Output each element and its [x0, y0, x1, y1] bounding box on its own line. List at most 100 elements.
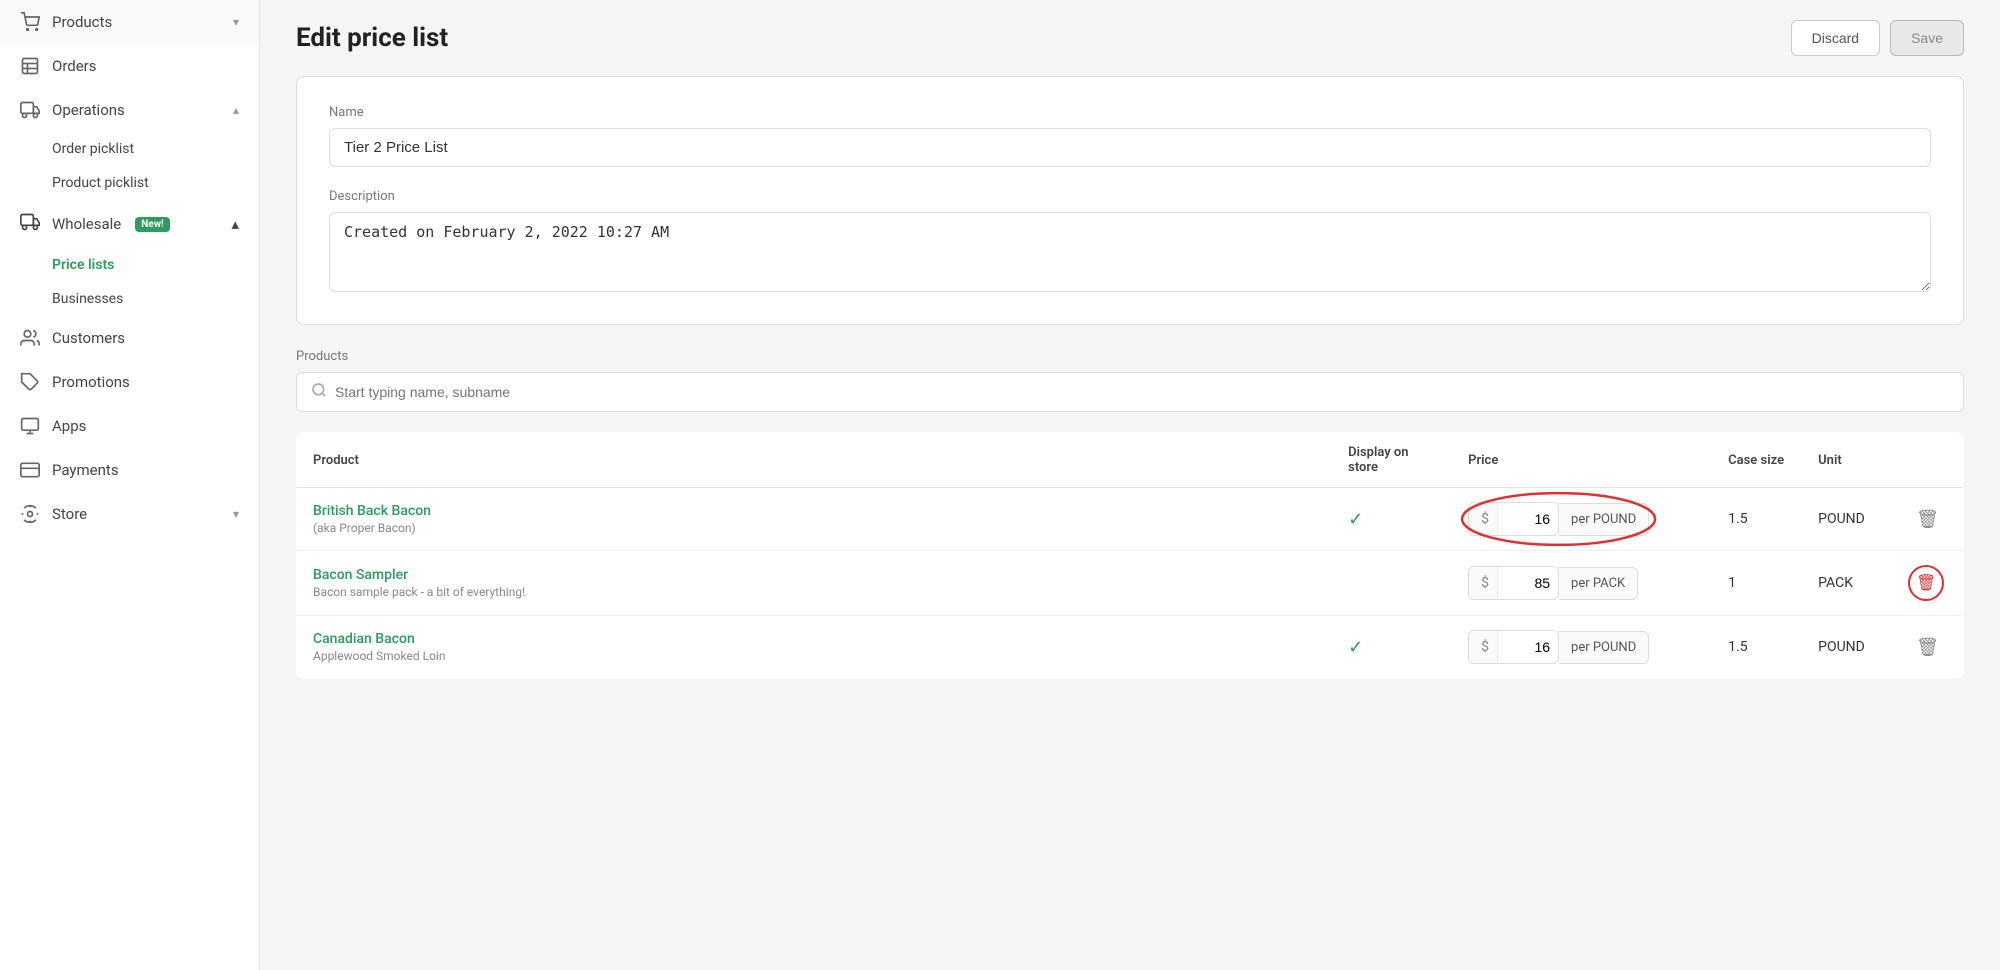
sidebar-item-promotions[interactable]: Promotions [0, 360, 259, 404]
name-input[interactable] [329, 128, 1931, 167]
col-product: Product [297, 433, 1333, 488]
sidebar-item-product-picklist[interactable]: Product picklist [52, 166, 259, 200]
sidebar-item-wholesale[interactable]: Wholesale New! ▴ [0, 200, 259, 248]
sidebar-item-price-lists[interactable]: Price lists [52, 248, 259, 282]
product-sub-british: (aka Proper Bacon) [313, 521, 1316, 535]
store-icon [20, 504, 40, 524]
unit-canadian: POUND [1802, 616, 1892, 679]
table-row: British Back Bacon (aka Proper Bacon) ✓ … [297, 488, 1964, 551]
products-section: Products Product Display on store Price … [296, 349, 1964, 679]
price-cell-british: $ per POUND [1468, 502, 1649, 536]
product-name-canadian[interactable]: Canadian Bacon [313, 631, 1316, 647]
price-cell-sampler: $ per PACK [1468, 566, 1638, 600]
product-search-wrap[interactable] [296, 372, 1964, 412]
case-size-british: 1.5 [1712, 488, 1802, 551]
col-price: Price [1452, 433, 1712, 488]
sidebar-item-promotions-label: Promotions [52, 373, 239, 391]
sidebar-item-orders-label: Orders [52, 57, 239, 75]
delete-canadian[interactable]: 🗑 [1908, 633, 1947, 662]
description-field-group: Description Created on February 2, 2022 … [329, 189, 1931, 296]
product-name-sampler[interactable]: Bacon Sampler [313, 567, 1316, 583]
product-table: Product Display on store Price Case size… [296, 432, 1964, 679]
search-input[interactable] [335, 384, 1949, 400]
sidebar-item-operations-label: Operations [52, 101, 221, 119]
price-lists-label: Price lists [52, 257, 114, 273]
save-button[interactable]: Save [1890, 20, 1964, 56]
sidebar-wholesale-sub: Price lists Businesses [0, 248, 259, 316]
display-empty-sampler [1332, 551, 1452, 616]
search-icon [311, 382, 327, 402]
wholesale-label: Wholesale [52, 215, 121, 233]
col-display: Display on store [1332, 433, 1452, 488]
sidebar-item-customers-label: Customers [52, 329, 239, 347]
promotions-icon [20, 372, 40, 392]
sidebar-item-apps[interactable]: Apps [0, 404, 259, 448]
top-bar: Edit price list Discard Save [260, 0, 2000, 76]
sidebar-item-order-picklist[interactable]: Order picklist [52, 132, 259, 166]
wholesale-icon [20, 212, 40, 236]
form-card: Name Description Created on February 2, … [296, 76, 1964, 325]
description-label: Description [329, 189, 1931, 204]
new-badge: New! [135, 217, 170, 232]
sidebar-item-products-label: Products [52, 13, 221, 31]
case-size-sampler: 1 [1712, 551, 1802, 616]
sidebar-item-customers[interactable]: Customers [0, 316, 259, 360]
main-content: Edit price list Discard Save Name Descri… [260, 0, 2000, 970]
sidebar-item-products[interactable]: Products ▾ [0, 0, 259, 44]
store-chevron-down: ▾ [233, 507, 239, 521]
col-casesize: Case size [1712, 433, 1802, 488]
display-check-canadian: ✓ [1348, 637, 1363, 658]
per-unit-british: per POUND [1559, 503, 1649, 536]
price-value-canadian[interactable] [1498, 631, 1558, 663]
sidebar-item-payments[interactable]: Payments [0, 448, 259, 492]
delete-british[interactable]: 🗑 [1908, 505, 1947, 534]
sidebar-item-operations[interactable]: Operations ▴ [0, 88, 259, 132]
product-sub-sampler: Bacon sample pack - a bit of everything! [313, 585, 1316, 599]
sidebar: Products ▾ Orders Operations ▴ Order pic… [0, 0, 260, 970]
price-input-sampler: $ [1468, 566, 1559, 600]
top-actions: Discard Save [1791, 20, 1964, 56]
product-sub-canadian: Applewood Smoked Loin [313, 649, 1316, 663]
chevron-down-icon: ▾ [233, 15, 239, 29]
customers-icon [20, 328, 40, 348]
businesses-label: Businesses [52, 291, 123, 307]
unit-sampler: PACK [1802, 551, 1892, 616]
chevron-up-icon: ▴ [233, 103, 239, 117]
wholesale-chevron-up: ▴ [231, 215, 239, 233]
price-value-sampler[interactable] [1498, 567, 1558, 599]
orders-icon [20, 56, 40, 76]
name-label: Name [329, 105, 1931, 120]
discard-button[interactable]: Discard [1791, 20, 1880, 56]
order-picklist-label: Order picklist [52, 141, 134, 157]
per-unit-sampler: per PACK [1559, 567, 1638, 600]
sidebar-sub-order-picklist: Order picklist Product picklist [0, 132, 259, 200]
cart-icon [20, 12, 40, 32]
price-input-british: $ [1468, 502, 1559, 536]
products-section-label: Products [296, 349, 1964, 364]
table-row: Canadian Bacon Applewood Smoked Loin ✓ $… [297, 616, 1964, 679]
display-check-british: ✓ [1348, 509, 1363, 530]
per-unit-canadian: per POUND [1559, 631, 1649, 664]
operations-icon [20, 100, 40, 120]
delete-sampler-circle[interactable]: 🗑 [1908, 565, 1944, 601]
product-picklist-label: Product picklist [52, 175, 149, 191]
apps-icon [20, 416, 40, 436]
sidebar-item-store[interactable]: Store ▾ [0, 492, 259, 536]
price-value-british[interactable] [1498, 503, 1558, 535]
page-title: Edit price list [296, 23, 448, 53]
description-input[interactable]: Created on February 2, 2022 10:27 AM [329, 212, 1931, 292]
sidebar-item-payments-label: Payments [52, 461, 239, 479]
sidebar-item-businesses[interactable]: Businesses [52, 282, 259, 316]
price-input-canadian: $ [1468, 630, 1559, 664]
sidebar-item-apps-label: Apps [52, 417, 239, 435]
unit-british: POUND [1802, 488, 1892, 551]
payments-icon [20, 460, 40, 480]
product-name-british[interactable]: British Back Bacon [313, 503, 1316, 519]
sidebar-item-orders[interactable]: Orders [0, 44, 259, 88]
case-size-canadian: 1.5 [1712, 616, 1802, 679]
price-cell-canadian: $ per POUND [1468, 630, 1649, 664]
col-unit: Unit [1802, 433, 1892, 488]
table-row: Bacon Sampler Bacon sample pack - a bit … [297, 551, 1964, 616]
sidebar-item-store-label: Store [52, 505, 221, 523]
name-field-group: Name [329, 105, 1931, 167]
